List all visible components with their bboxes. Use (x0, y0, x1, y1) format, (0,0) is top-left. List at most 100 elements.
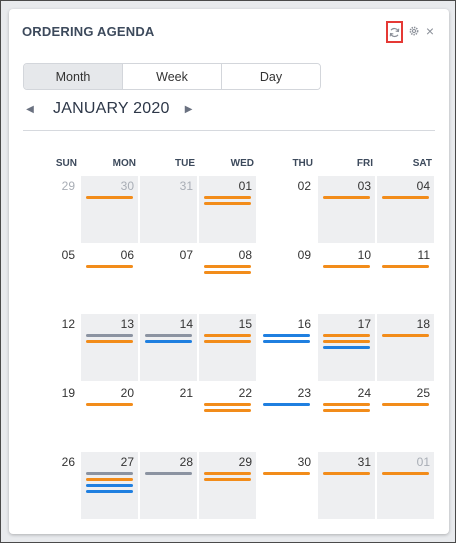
weekday-fri: FRI (356, 158, 373, 169)
event-bar-orange[interactable] (204, 202, 251, 205)
event-bar-gray[interactable] (86, 472, 133, 475)
day-cell[interactable]: 25 (377, 383, 434, 450)
event-bar-orange[interactable] (323, 403, 370, 406)
event-bar-gray[interactable] (145, 472, 192, 475)
event-bar-orange[interactable] (86, 478, 133, 481)
event-bar-orange[interactable] (204, 340, 251, 343)
event-bar-orange[interactable] (86, 340, 133, 343)
event-bar-orange[interactable] (204, 409, 251, 412)
day-number: 18 (416, 317, 430, 331)
day-cell[interactable]: 12 (22, 314, 79, 381)
day-cell[interactable]: 19 (22, 383, 79, 450)
event-bar-blue[interactable] (145, 340, 192, 343)
event-bar-blue[interactable] (323, 346, 370, 349)
event-bar-orange[interactable] (382, 196, 429, 199)
day-number: 25 (416, 386, 430, 400)
day-cell[interactable]: 31 (140, 176, 197, 243)
refresh-icon[interactable] (386, 21, 403, 43)
next-month-icon[interactable]: ▶ (182, 104, 196, 115)
event-bar-blue[interactable] (263, 403, 310, 406)
view-week-button[interactable]: Week (123, 64, 222, 89)
day-cell[interactable]: 01 (199, 176, 256, 243)
day-cell[interactable]: 05 (22, 245, 79, 312)
day-number: 22 (238, 386, 252, 400)
event-bar-orange[interactable] (204, 334, 251, 337)
day-number: 30 (297, 455, 311, 469)
event-bar-orange[interactable] (323, 340, 370, 343)
event-bar-orange[interactable] (323, 196, 370, 199)
event-bar-orange[interactable] (382, 334, 429, 337)
day-cell[interactable]: 24 (318, 383, 375, 450)
day-cell[interactable]: 27 (81, 452, 138, 519)
day-cell[interactable]: 08 (199, 245, 256, 312)
day-cell[interactable]: 07 (140, 245, 197, 312)
event-bar-orange[interactable] (263, 472, 310, 475)
event-bar-orange[interactable] (204, 403, 251, 406)
day-cell[interactable]: 04 (377, 176, 434, 243)
event-bar-orange[interactable] (323, 409, 370, 412)
weekday-thu: THU (292, 158, 313, 169)
day-cell[interactable]: 22 (199, 383, 256, 450)
day-cell[interactable]: 28 (140, 452, 197, 519)
day-cell[interactable]: 31 (318, 452, 375, 519)
event-bar-orange[interactable] (204, 271, 251, 274)
day-cell[interactable]: 20 (81, 383, 138, 450)
event-bar-blue[interactable] (263, 340, 310, 343)
event-bar-orange[interactable] (323, 265, 370, 268)
day-number: 19 (61, 386, 75, 400)
day-number: 10 (357, 248, 371, 262)
event-bar-orange[interactable] (86, 403, 133, 406)
day-number: 01 (238, 179, 252, 193)
view-month-button[interactable]: Month (24, 64, 123, 89)
day-number: 02 (297, 179, 311, 193)
event-bar-gray[interactable] (145, 334, 192, 337)
view-day-button[interactable]: Day (222, 64, 320, 89)
day-cell[interactable]: 30 (258, 452, 315, 519)
day-number: 15 (238, 317, 252, 331)
day-cell[interactable]: 29 (22, 176, 79, 243)
day-cell[interactable]: 14 (140, 314, 197, 381)
event-bar-orange[interactable] (323, 334, 370, 337)
day-number: 31 (357, 455, 371, 469)
day-cell[interactable]: 02 (258, 176, 315, 243)
event-bar-blue[interactable] (263, 334, 310, 337)
event-bar-orange[interactable] (86, 265, 133, 268)
event-bar-orange[interactable] (86, 196, 133, 199)
close-icon[interactable]: × (421, 22, 439, 40)
day-number: 20 (120, 386, 134, 400)
day-cell[interactable]: 09 (258, 245, 315, 312)
day-number: 16 (297, 317, 311, 331)
day-cell[interactable]: 17 (318, 314, 375, 381)
day-cell[interactable]: 13 (81, 314, 138, 381)
event-bar-orange[interactable] (204, 265, 251, 268)
day-cell[interactable]: 26 (22, 452, 79, 519)
day-cell[interactable]: 01 (377, 452, 434, 519)
event-bar-gray[interactable] (86, 334, 133, 337)
day-cell[interactable]: 18 (377, 314, 434, 381)
day-cell[interactable]: 10 (318, 245, 375, 312)
day-cell[interactable]: 15 (199, 314, 256, 381)
event-bar-orange[interactable] (382, 265, 429, 268)
day-cell[interactable]: 16 (258, 314, 315, 381)
event-bar-orange[interactable] (204, 478, 251, 481)
event-bar-blue[interactable] (86, 484, 133, 487)
day-cell[interactable]: 03 (318, 176, 375, 243)
day-cell[interactable]: 30 (81, 176, 138, 243)
day-cell[interactable]: 29 (199, 452, 256, 519)
event-bar-orange[interactable] (204, 196, 251, 199)
event-bar-orange[interactable] (323, 472, 370, 475)
event-bar-orange[interactable] (382, 403, 429, 406)
event-bar-orange[interactable] (382, 472, 429, 475)
day-number: 30 (120, 179, 134, 193)
event-bar-orange[interactable] (204, 472, 251, 475)
day-cell[interactable]: 11 (377, 245, 434, 312)
event-bar-blue[interactable] (86, 490, 133, 493)
day-number: 29 (61, 179, 75, 193)
day-cell[interactable]: 06 (81, 245, 138, 312)
day-cell[interactable]: 21 (140, 383, 197, 450)
weekday-sun: SUN (55, 158, 77, 169)
day-number: 11 (417, 248, 430, 262)
prev-month-icon[interactable]: ◀ (23, 104, 37, 115)
day-cell[interactable]: 23 (258, 383, 315, 450)
day-number: 24 (357, 386, 371, 400)
